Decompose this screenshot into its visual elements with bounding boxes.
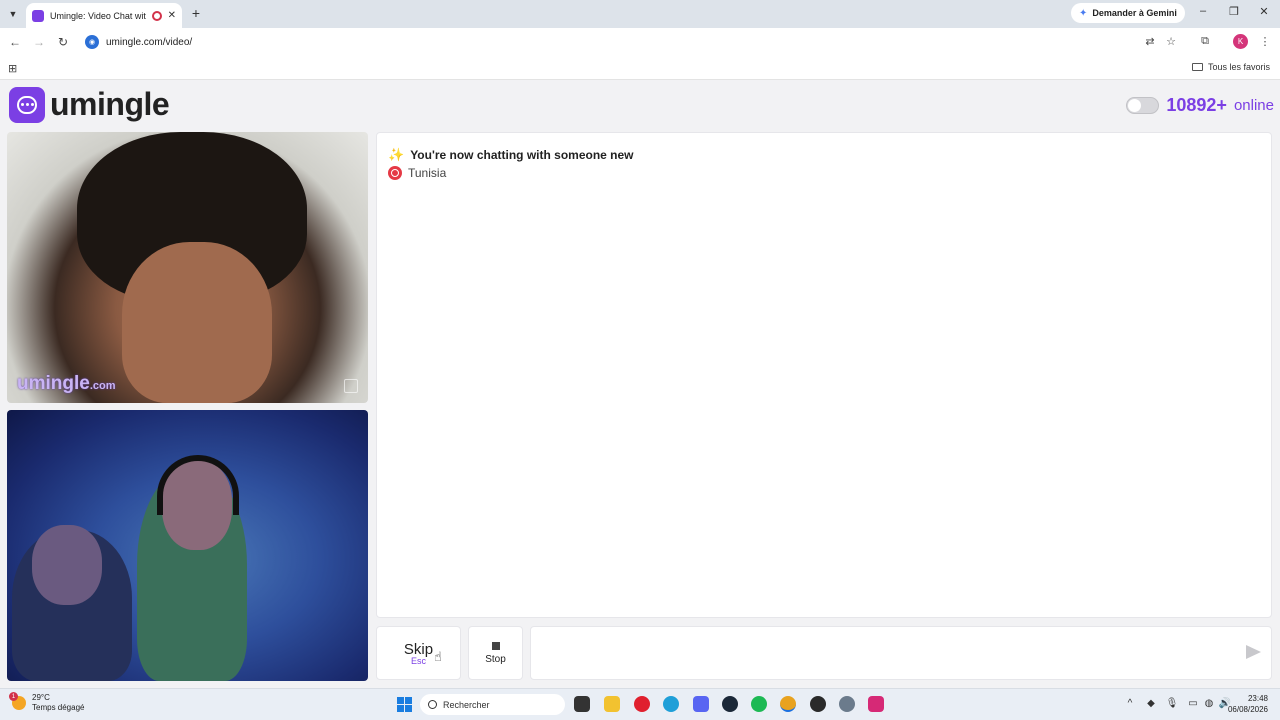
umingle-watermark: umingle.com xyxy=(17,373,116,394)
back-arrow-icon[interactable]: ← xyxy=(6,33,24,51)
gemini-sparkle-icon: ✦ xyxy=(1079,7,1088,19)
stranger-country: Tunisia xyxy=(388,166,446,180)
edge-icon[interactable] xyxy=(663,696,679,712)
windows-start-icon[interactable] xyxy=(397,697,412,712)
taskbar-search[interactable]: Rechercher xyxy=(420,694,565,715)
spotify-icon[interactable] xyxy=(751,696,767,712)
forward-arrow-icon[interactable]: → xyxy=(30,33,48,51)
instagram-icon[interactable] xyxy=(868,696,884,712)
gemini-label: Demander à Gemini xyxy=(1092,8,1177,18)
file-explorer-icon[interactable] xyxy=(604,696,620,712)
weather-alert-badge: 1 xyxy=(9,692,18,701)
online-label: online xyxy=(1233,97,1274,114)
microphone-icon[interactable]: 🎙 xyxy=(1165,698,1179,709)
message-input[interactable] xyxy=(539,637,1229,669)
translate-icon[interactable]: ⇄ xyxy=(1143,35,1157,48)
send-icon[interactable] xyxy=(1246,645,1261,659)
app-icon[interactable] xyxy=(810,696,826,712)
all-bookmarks-button[interactable]: Tous les favoris xyxy=(1191,62,1270,72)
online-status: 10892+ online xyxy=(1126,95,1274,116)
reload-icon[interactable]: ↻ xyxy=(54,33,72,51)
url-text: umingle.com/video/ xyxy=(106,36,193,48)
network-icon[interactable]: ◍ xyxy=(1202,698,1216,709)
online-count: 10892+ xyxy=(1166,95,1227,115)
tunisia-flag-icon xyxy=(388,166,402,180)
chat-message: ✨ You're now chatting with someone new xyxy=(388,147,634,162)
display-icon[interactable]: ▭ xyxy=(1186,698,1200,709)
message-composer xyxy=(530,626,1272,680)
settings-gear-icon[interactable] xyxy=(839,696,855,712)
tab-search-icon[interactable]: ▼ xyxy=(4,5,22,23)
logo-text: umingle xyxy=(50,86,170,122)
browser-tabstrip: ▼ Umingle: Video Chat with S ✕ + ✦ Deman… xyxy=(0,0,1280,28)
temperature: 29°C xyxy=(32,693,50,702)
recording-indicator-icon xyxy=(151,10,162,21)
tab-close-icon[interactable]: ✕ xyxy=(168,10,176,21)
sun-icon: 1 xyxy=(9,692,26,710)
address-bar[interactable]: ◉ umingle.com/video/ xyxy=(80,31,1170,53)
steam-icon[interactable] xyxy=(722,696,738,712)
browser-tab[interactable]: Umingle: Video Chat with S ✕ xyxy=(26,3,182,28)
self-video xyxy=(7,410,368,681)
clock-time: 23:48 xyxy=(1247,694,1268,703)
terminal-icon[interactable] xyxy=(574,696,590,712)
hand-cursor-icon: ☝ xyxy=(434,649,442,664)
skip-button[interactable]: Skip Esc xyxy=(376,626,461,680)
restore-icon[interactable]: ❐ xyxy=(1224,5,1244,18)
bookmarks-bar: ⊞ Tous les favoris xyxy=(0,56,1280,80)
weather-condition: Temps dégagé xyxy=(32,703,85,712)
chat-panel: ✨ You're now chatting with someone new T… xyxy=(376,132,1272,618)
sparkle-icon: ✨ xyxy=(388,147,405,162)
browser-toolbar: ← → ↻ ◉ umingle.com/video/ ⇄ ☆ ⧉ K ⋮ xyxy=(0,28,1280,56)
umingle-logo[interactable]: umingle xyxy=(9,86,170,123)
window-close-icon[interactable]: ✕ xyxy=(1254,5,1274,18)
windows-taskbar: 1 29°C Temps dégagé Rechercher ^ ◆ 🎙 ▭ ◍… xyxy=(0,688,1280,720)
tray-app-icon[interactable]: ◆ xyxy=(1144,698,1158,709)
browser-menu-icon[interactable]: ⋮ xyxy=(1258,35,1272,48)
new-tab-icon[interactable]: + xyxy=(188,5,204,21)
weather-widget[interactable]: 1 29°C Temps dégagé xyxy=(9,692,85,713)
profile-avatar[interactable]: K xyxy=(1233,34,1248,49)
theme-toggle[interactable] xyxy=(1126,97,1160,114)
stop-button[interactable]: Stop xyxy=(468,626,523,680)
chat-bubble-logo-icon xyxy=(9,86,45,123)
search-label: Rechercher xyxy=(443,699,490,710)
stop-icon xyxy=(491,641,500,650)
tray-chevron-icon[interactable]: ^ xyxy=(1123,698,1137,709)
apps-grid-icon[interactable]: ⊞ xyxy=(8,62,17,75)
minimize-icon[interactable]: – xyxy=(1193,5,1213,17)
discord-icon[interactable] xyxy=(693,696,709,712)
stranger-video: umingle.com xyxy=(7,132,368,403)
report-flag-icon[interactable] xyxy=(344,379,358,393)
site-info-icon[interactable]: ◉ xyxy=(85,35,99,49)
clock-date: 06/08/2026 xyxy=(1227,705,1268,714)
gemini-button[interactable]: ✦ Demander à Gemini xyxy=(1071,3,1185,23)
all-bookmarks-label: Tous les favoris xyxy=(1207,62,1270,72)
folder-icon xyxy=(1191,63,1203,71)
bookmark-star-icon[interactable]: ☆ xyxy=(1164,35,1178,48)
umingle-favicon-icon xyxy=(32,9,44,22)
extensions-icon[interactable]: ⧉ xyxy=(1198,35,1212,48)
page-content: umingle 10892+ online umingle.com ✨ You'… xyxy=(0,80,1280,688)
stop-label: Stop xyxy=(485,653,506,665)
tab-title: Umingle: Video Chat with S xyxy=(50,10,146,21)
search-icon xyxy=(428,700,437,709)
chrome-icon[interactable] xyxy=(780,696,796,712)
opera-icon[interactable] xyxy=(634,696,650,712)
system-clock[interactable]: 23:48 06/08/2026 xyxy=(1228,693,1268,715)
skip-shortcut: Esc xyxy=(410,655,426,666)
